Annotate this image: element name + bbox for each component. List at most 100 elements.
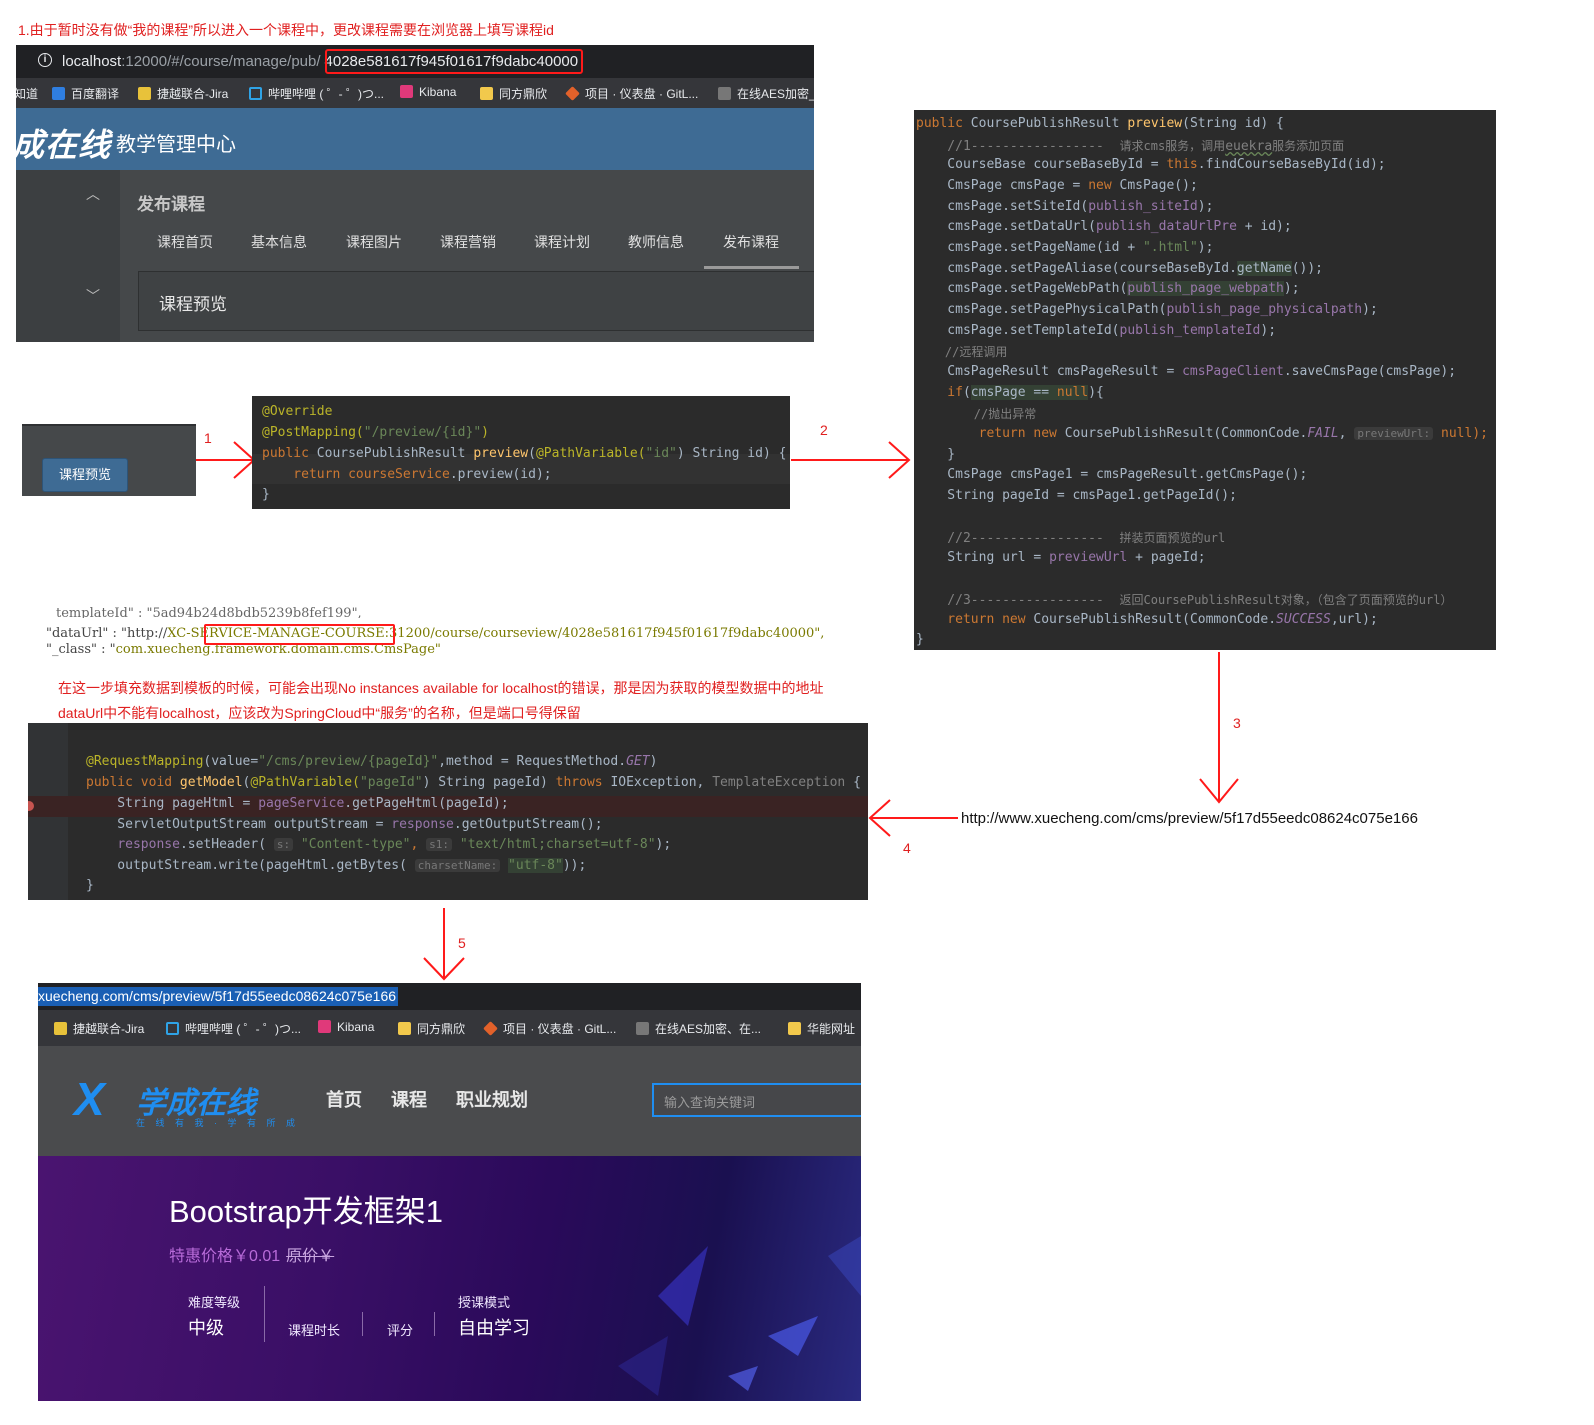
course-title: Bootstrap开发框架1 <box>169 1194 443 1229</box>
bookmark-item[interactable]: 知道 <box>16 85 38 102</box>
note-middle-1: 在这一步填充数据到模板的时候，可能会出现No instances availab… <box>58 680 824 696</box>
cms-preview-controller-code: @RequestMapping(value="/cms/preview/{pag… <box>28 723 868 900</box>
code-line: return courseService.preview(id); <box>262 467 552 482</box>
xc-logo-icon: X <box>74 1073 105 1125</box>
tab-course-marketing[interactable]: 课程营销 <box>440 232 496 252</box>
meta-divider <box>264 1286 265 1342</box>
bookmark-item[interactable]: 捷越联合-Jira <box>138 85 228 102</box>
code-line: public void getModel(@PathVariable("page… <box>86 775 861 790</box>
bookmark-item[interactable]: 在线AES加密_ <box>718 85 814 102</box>
admin-sidebar: ︿ ﹀ <box>16 170 120 342</box>
bookmark-item[interactable]: 哔哩哔哩 ( ゜- ゜)つ... <box>249 85 384 102</box>
code-line: } <box>916 632 924 647</box>
gitlab-icon <box>565 86 580 101</box>
course-preview-button[interactable]: 课程预览 <box>42 458 128 492</box>
code-line: } <box>262 487 270 502</box>
code-line: cmsPage.setPageAliase(courseBaseById.get… <box>916 261 1324 276</box>
tab-publish-course[interactable]: 发布课程 <box>723 232 779 252</box>
note-middle-2: dataUrl中不能有localhost，应该改为SpringCloud中“服务… <box>58 705 581 721</box>
code-line: //远程调用 <box>916 345 1008 359</box>
nav-career[interactable]: 职业规划 <box>456 1086 528 1112</box>
code-line: @Override <box>262 404 333 419</box>
course-price: 特惠价格￥0.01 原价￥ <box>169 1242 334 1266</box>
bookmark-item[interactable]: 同方鼎欣 <box>480 85 547 102</box>
meta-divider <box>362 1312 363 1336</box>
aes-icon <box>636 1022 649 1035</box>
preview-button-panel: 课程预览 <box>22 424 196 496</box>
folder-icon <box>480 87 493 100</box>
bookmark-item[interactable]: 在线AES加密、在... <box>636 1020 761 1037</box>
tab-course-home[interactable]: 课程首页 <box>157 232 213 252</box>
section-title: 发布课程 <box>137 195 205 214</box>
original-price: 原价￥ <box>286 1248 335 1265</box>
code-line: //2----------------- 拼装页面预览的url <box>916 531 1226 546</box>
tab-course-plan[interactable]: 课程计划 <box>534 232 590 252</box>
search-input[interactable]: 输入查询关键词 <box>652 1083 861 1117</box>
nav-courses[interactable]: 课程 <box>391 1086 427 1112</box>
site-logo[interactable]: X 学成在线 在 线 有 我 · 学 有 所 成 <box>74 1073 295 1128</box>
admin-browser-screenshot: i localhost:12000/#/course/manage/pub/40… <box>16 45 814 342</box>
tab-course-images[interactable]: 课程图片 <box>346 232 402 252</box>
url-host: localhost <box>62 53 122 70</box>
admin-header: 成在线 教学管理中心 <box>16 108 814 170</box>
difficulty-label: 难度等级 <box>188 1295 241 1310</box>
nav-home[interactable]: 首页 <box>326 1086 362 1112</box>
code-line: cmsPage.setPageWebPath(publish_page_webp… <box>916 281 1300 296</box>
code-line: CourseBase courseBaseById = this.findCou… <box>916 157 1386 172</box>
course-hero-banner: Bootstrap开发框架1 特惠价格￥0.01 原价￥ 难度等级 中级 课程时长… <box>38 1156 861 1401</box>
chevron-up-icon[interactable]: ︿ <box>86 184 100 204</box>
difficulty-value: 中级 <box>188 1318 224 1338</box>
address-bar[interactable]: xuecheng.com/cms/preview/5f17d55eedc0862… <box>38 983 861 1010</box>
code-line: String pageHtml = pageService.getPageHtm… <box>86 796 509 811</box>
decorative-shapes <box>618 1236 861 1396</box>
code-line: @RequestMapping(value="/cms/preview/{pag… <box>86 754 658 769</box>
code-line: CmsPage cmsPage = new CmsPage(); <box>916 178 1198 193</box>
selected-url-text[interactable]: xuecheng.com/cms/preview/5f17d55eedc0862… <box>38 987 399 1006</box>
url-path: :12000/#/course/manage/pub/ <box>121 53 321 70</box>
code-line: public CoursePublishResult preview(@Path… <box>262 446 787 461</box>
bookmark-item[interactable]: 项目 · 仪表盘 · GitL... <box>565 85 698 102</box>
admin-logo: 成在线 <box>16 127 112 163</box>
bookmark-item[interactable]: 项目 · 仪表盘 · GitL... <box>483 1020 616 1037</box>
bookmark-item[interactable]: 百度翻译 <box>52 85 119 102</box>
code-line: outputStream.write(pageHtml.getBytes( ch… <box>86 858 587 873</box>
code-line: if(cmsPage == null){ <box>916 385 1104 400</box>
meta-divider <box>434 1312 435 1336</box>
bookmarks-bar: 捷越联合-Jira 哔哩哔哩 ( ゜- ゜)つ... Kibana 同方鼎欣 项… <box>38 1010 861 1046</box>
cms-preview-url: http://www.xuecheng.com/cms/preview/5f17… <box>961 810 1418 827</box>
translate-icon <box>52 87 65 100</box>
code-line: ServletOutputStream outputStream = respo… <box>86 817 603 832</box>
code-line: cmsPage.setDataUrl(publish_dataUrlPre + … <box>916 219 1292 234</box>
service-preview-code: public CoursePublishResult preview(Strin… <box>914 110 1496 650</box>
teaching-mode-label: 授课模式 <box>458 1295 511 1310</box>
folder-icon <box>398 1022 411 1035</box>
service-name-highlight-box <box>204 624 395 645</box>
course-id-highlight-box <box>325 49 583 74</box>
code-line: CmsPage cmsPage1 = cmsPageResult.getCmsP… <box>916 467 1308 482</box>
bookmark-item[interactable]: Kibana <box>318 1020 374 1034</box>
course-preview-card: 课程预览 <box>138 271 814 331</box>
chevron-down-icon[interactable]: ﹀ <box>86 286 100 306</box>
bookmark-item[interactable]: 同方鼎欣 <box>398 1020 465 1037</box>
bookmark-item[interactable]: 华能网址 <box>788 1020 855 1037</box>
bookmark-item[interactable]: 哔哩哔哩 ( ゜- ゜)つ... <box>166 1020 301 1037</box>
bookmark-item[interactable]: Kibana <box>400 85 456 99</box>
code-line: String url = previewUrl + pageId; <box>916 550 1206 565</box>
info-icon[interactable]: i <box>38 53 52 67</box>
controller-preview-code: @Override @PostMapping("/preview/{id}") … <box>252 396 790 509</box>
address-bar[interactable]: i localhost:12000/#/course/manage/pub/40… <box>16 45 814 78</box>
gitlab-icon <box>483 1021 498 1036</box>
course-preview-browser-screenshot: xuecheng.com/cms/preview/5f17d55eedc0862… <box>38 983 861 1401</box>
site-header: X 学成在线 在 线 有 我 · 学 有 所 成 首页 课程 职业规划 输入查询… <box>38 1046 861 1156</box>
jira-icon <box>54 1022 67 1035</box>
duration-label: 课程时长 <box>288 1323 341 1338</box>
step-label-3: 3 <box>1233 715 1241 731</box>
json-line: "dataUrl" : "http://XC-SERVICE-MANAGE-CO… <box>46 626 825 641</box>
rating-label: 评分 <box>387 1323 414 1338</box>
code-line: //1----------------- 请求cms服务，调用euekra服务添… <box>916 139 1345 154</box>
bookmark-item[interactable]: 捷越联合-Jira <box>54 1020 144 1037</box>
code-line: } <box>916 447 956 462</box>
tab-teacher-info[interactable]: 教师信息 <box>628 232 684 252</box>
tab-basic-info[interactable]: 基本信息 <box>251 232 307 252</box>
code-line: cmsPage.setPagePhysicalPath(publish_page… <box>916 302 1378 317</box>
